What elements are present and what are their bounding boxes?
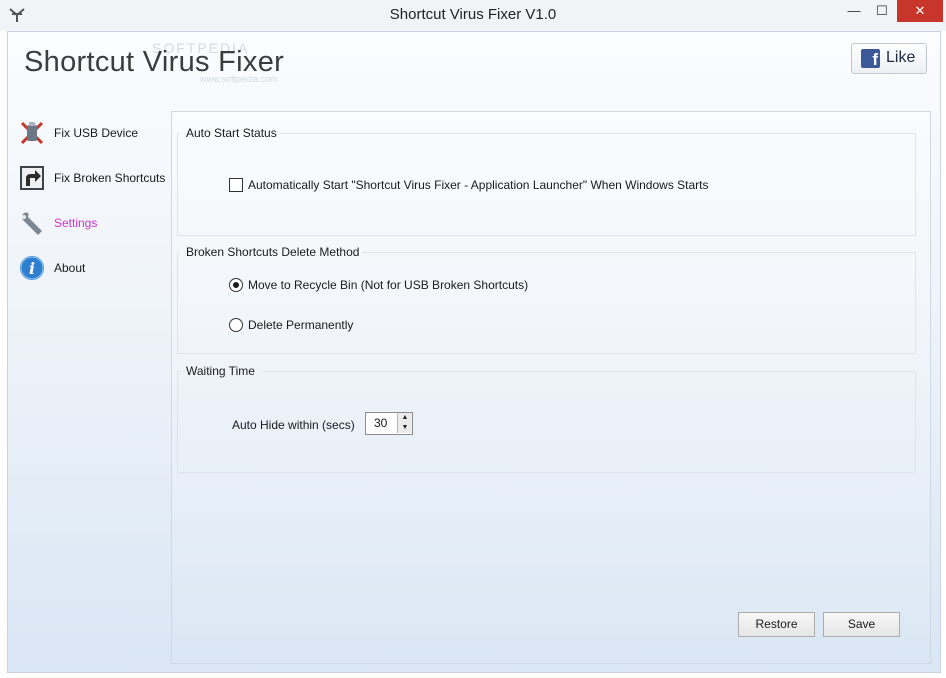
recycle-bin-radio[interactable] <box>229 278 243 292</box>
close-button[interactable]: ✕ <box>897 0 943 22</box>
usb-repair-icon <box>20 121 44 145</box>
sidebar-item-settings[interactable]: Settings <box>18 209 168 239</box>
minimize-button[interactable]: — <box>840 0 868 22</box>
facebook-like-button[interactable]: f Like <box>851 43 927 74</box>
save-button[interactable]: Save <box>823 612 900 637</box>
auto-hide-value[interactable]: 30 <box>374 416 387 430</box>
wrench-icon <box>22 212 42 235</box>
shortcut-arrow-icon <box>20 166 44 190</box>
maximize-button[interactable]: ☐ <box>868 0 896 22</box>
sidebar-item-label: Fix Broken Shortcuts <box>54 171 166 185</box>
app-title: Shortcut Virus Fixer <box>24 46 285 78</box>
group-border <box>263 371 915 372</box>
sidebar-item-label: Fix USB Device <box>54 126 139 140</box>
info-icon: i <box>20 256 44 280</box>
auto-hide-stepper[interactable]: 30 ▲ ▼ <box>365 412 413 435</box>
delete-permanently-radio[interactable] <box>229 318 243 332</box>
svg-text:i: i <box>29 259 35 278</box>
facebook-icon: f <box>861 49 880 69</box>
sidebar-item-label: Settings <box>54 216 98 230</box>
auto-start-title: Auto Start Status <box>186 126 277 140</box>
auto-hide-label: Auto Hide within (secs) <box>232 418 355 432</box>
sidebar-item-label: About <box>54 261 86 275</box>
sidebar-item-about[interactable]: i About <box>18 254 168 284</box>
auto-start-checkbox-label[interactable]: Automatically Start "Shortcut Virus Fixe… <box>248 178 709 192</box>
like-label: Like <box>886 49 916 66</box>
group-border <box>280 133 915 134</box>
group-border <box>177 371 180 372</box>
delete-method-group <box>177 252 916 354</box>
auto-start-checkbox[interactable] <box>229 178 243 192</box>
group-border <box>362 252 915 253</box>
group-border <box>177 252 180 253</box>
sidebar-item-fix-usb-device[interactable]: Fix USB Device <box>18 119 168 149</box>
sidebar-item-fix-broken-shortcuts[interactable]: Fix Broken Shortcuts <box>18 164 168 194</box>
title-bar: Shortcut Virus Fixer V1.0 — ☐ ✕ <box>0 0 946 31</box>
waiting-time-title: Waiting Time <box>186 364 255 378</box>
delete-method-title: Broken Shortcuts Delete Method <box>186 245 360 259</box>
window-title: Shortcut Virus Fixer V1.0 <box>389 6 557 23</box>
stepper-down-icon[interactable]: ▼ <box>397 423 412 433</box>
delete-permanently-label[interactable]: Delete Permanently <box>248 318 353 332</box>
group-border <box>177 133 180 134</box>
restore-button[interactable]: Restore <box>738 612 815 637</box>
recycle-bin-label[interactable]: Move to Recycle Bin (Not for USB Broken … <box>248 278 528 292</box>
